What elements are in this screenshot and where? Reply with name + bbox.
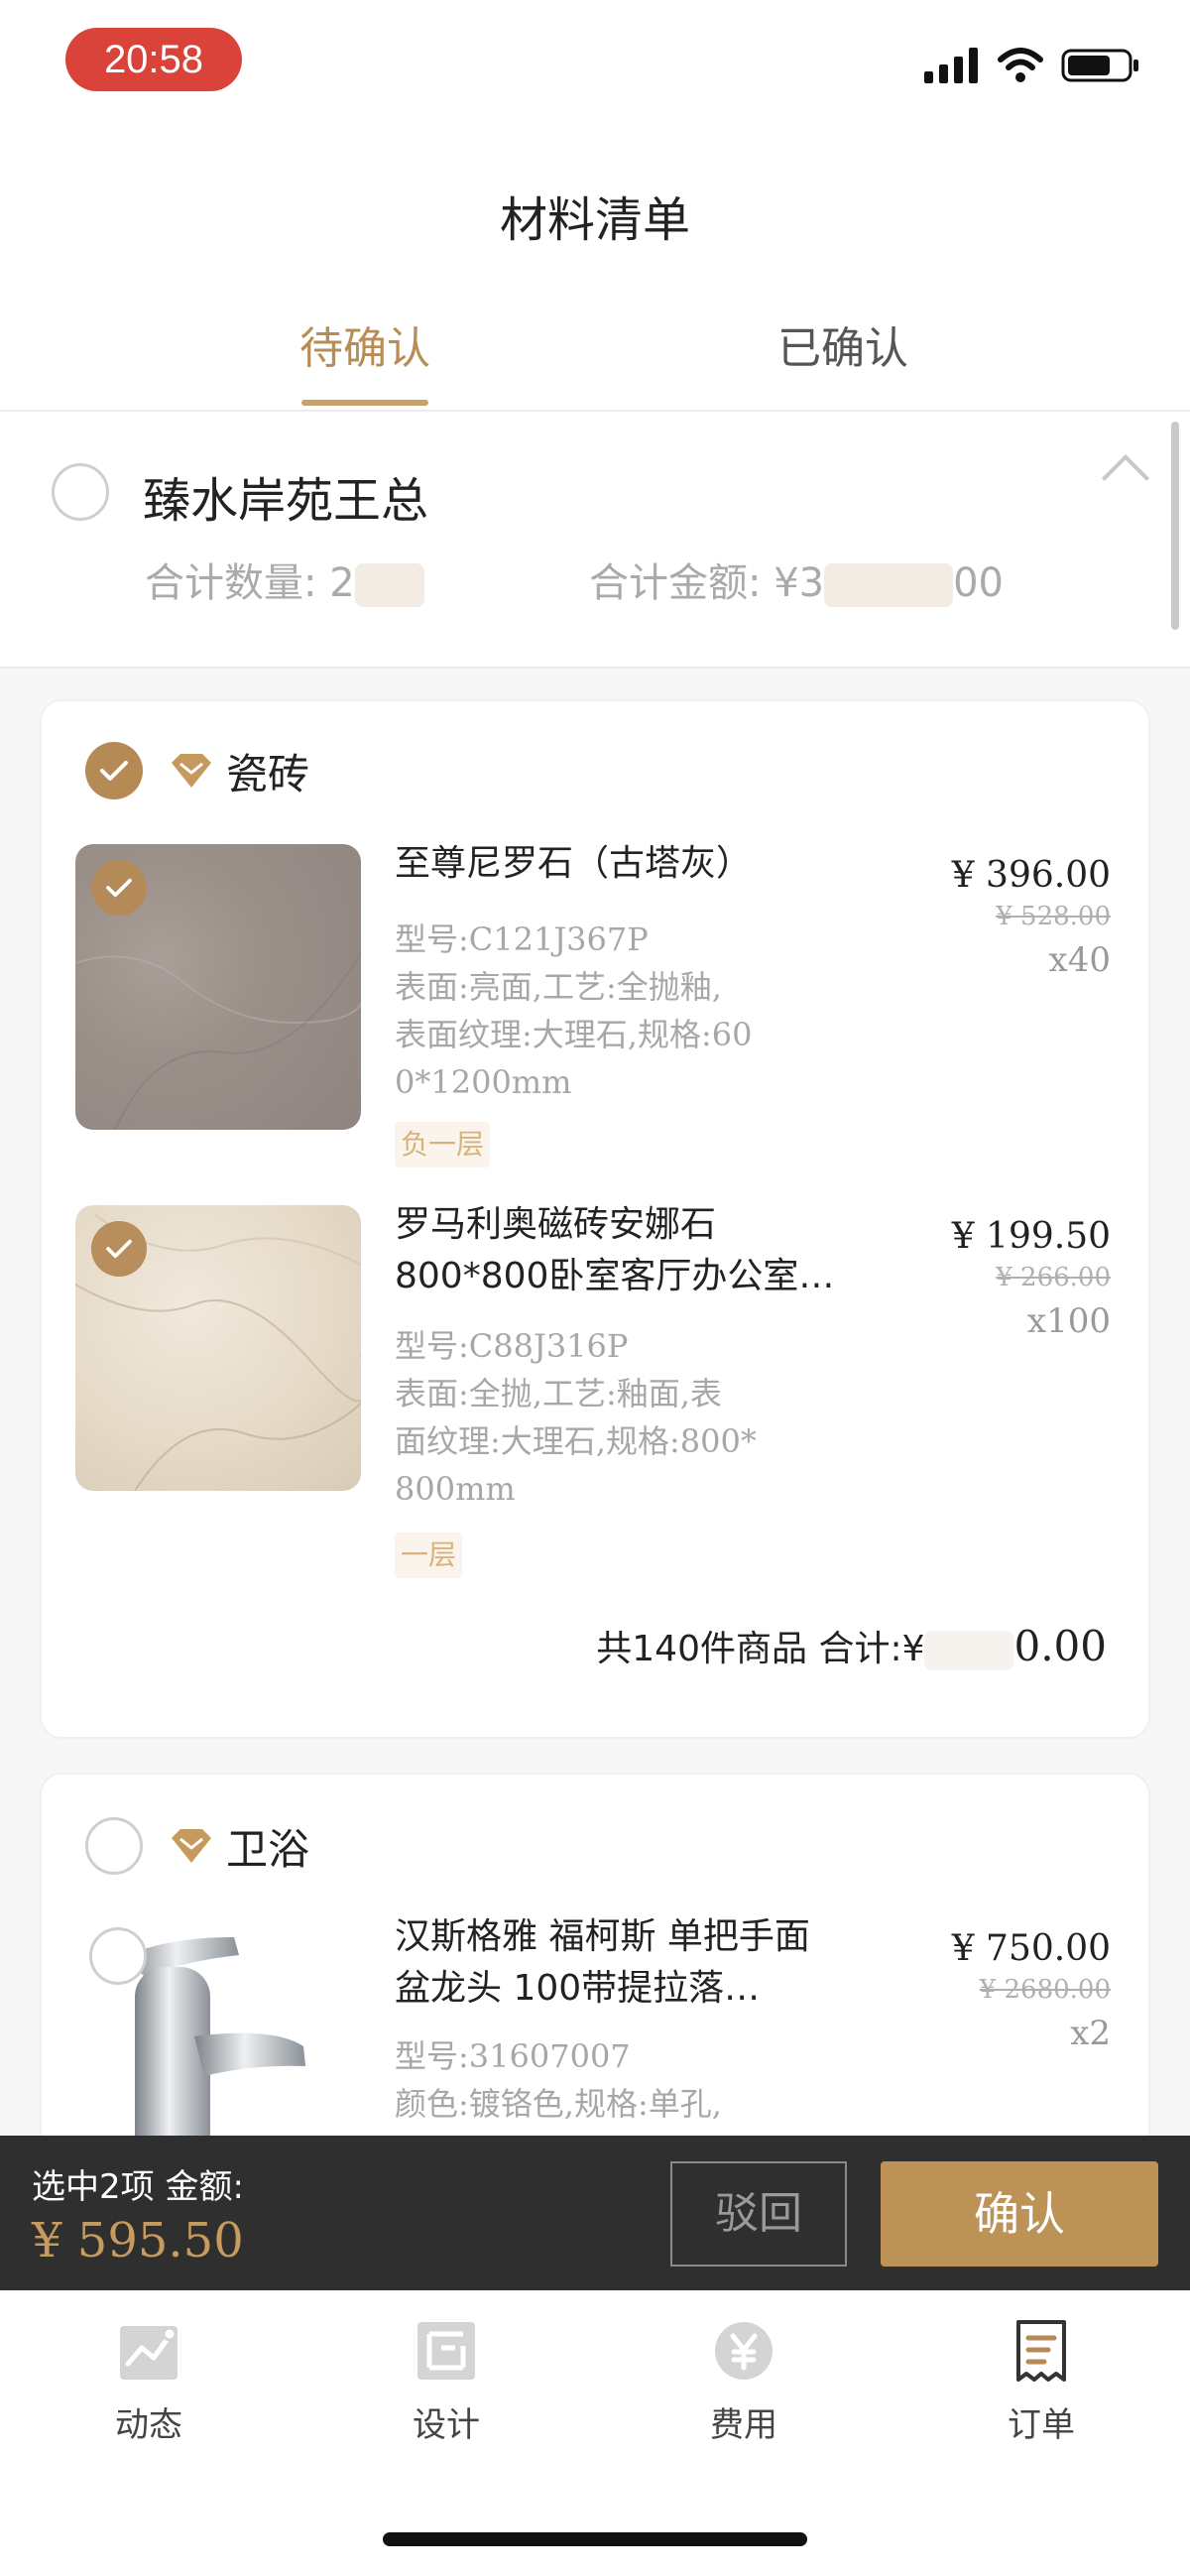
diamond-icon — [172, 754, 211, 788]
original-price: ¥ 528.00 — [996, 902, 1111, 931]
price-block: ¥ 199.50 ¥ 266.00 x100 — [952, 1215, 1111, 1346]
yuan-coin-icon — [715, 2322, 773, 2380]
total-amount-label: 合计金额: ¥3 — [589, 560, 825, 606]
product-image[interactable] — [75, 1917, 361, 2167]
category-card-bathroom: 卫浴 汉斯格雅 福柯斯 单把手面盆龙头 100带提拉落… 型号:31607007 — [40, 1773, 1150, 2169]
selected-amount: ¥ 595.50 — [32, 2213, 244, 2269]
current-price: ¥ 750.00 — [951, 1928, 1111, 1969]
spec-line: 型号:31607007 — [395, 2037, 631, 2075]
check-icon — [100, 761, 128, 781]
item-checkbox-checked[interactable] — [91, 860, 147, 916]
tab-activity[interactable]: 动态 — [50, 2316, 248, 2446]
original-price: ¥ 2680.00 — [979, 1975, 1111, 2005]
home-indicator[interactable] — [383, 2532, 807, 2546]
chevron-up-icon[interactable] — [1101, 453, 1150, 503]
selected-summary-label: 选中2项 金额: — [32, 2167, 244, 2207]
scrollbar[interactable] — [1171, 422, 1179, 630]
total-amount-tail: 00 — [953, 560, 1004, 606]
tab-label: 动态 — [115, 2405, 182, 2445]
tab-pending[interactable]: 待确认 — [216, 312, 514, 376]
current-price: ¥ 199.50 — [951, 1216, 1111, 1257]
tab-label: 订单 — [1008, 2405, 1075, 2445]
customer-group-header[interactable]: 臻水岸苑王总 合计数量: 2 合计金额: ¥3 00 — [0, 412, 1190, 668]
current-price: ¥ 396.00 — [951, 855, 1111, 896]
floor-tag: 负一层 — [395, 1122, 491, 1167]
product-image[interactable] — [75, 1205, 361, 1491]
customer-name: 臻水岸苑王总 — [143, 473, 429, 529]
quantity: x40 — [1048, 940, 1111, 980]
blurred-value — [354, 563, 424, 607]
card-total-tail: 0.00 — [1013, 1622, 1107, 1670]
receipt-icon — [1016, 2320, 1066, 2382]
status-icons — [924, 48, 1140, 83]
blurred-value — [924, 1631, 1014, 1670]
category-header[interactable]: 瓷砖 — [85, 741, 309, 800]
tab-design[interactable]: 设计 — [347, 2316, 545, 2446]
price-block: ¥ 396.00 ¥ 528.00 x40 — [952, 854, 1111, 985]
reject-button[interactable]: 驳回 — [670, 2161, 847, 2267]
quantity: x2 — [1070, 2014, 1111, 2053]
spec-line: 表面纹理:大理石,规格:60 — [395, 1016, 753, 1053]
check-icon — [106, 878, 132, 898]
spec-line: 型号:C88J316P — [395, 1327, 629, 1365]
category-name: 瓷砖 — [226, 749, 310, 798]
spec-line: 表面:全抛,工艺:釉面,表 — [395, 1375, 722, 1412]
product-spec: 型号:C121J367P 表面:亮面,工艺:全抛釉, 表面纹理:大理石,规格:6… — [395, 916, 851, 1106]
spec-line: 面纹理:大理石,规格:800* — [395, 1422, 757, 1460]
diamond-icon — [172, 1829, 211, 1863]
category-card-tiles: 瓷砖 至尊尼罗石（古塔灰） 型号:C121J367P 表面:亮面,工艺:全抛釉,… — [40, 699, 1150, 1739]
total-quantity: 合计数量: 2 — [145, 551, 424, 608]
signal-icon — [924, 48, 978, 83]
category-checkbox-unchecked[interactable] — [85, 1817, 143, 1875]
original-price: ¥ 266.00 — [996, 1263, 1111, 1292]
battery-icon — [1061, 49, 1138, 82]
card-total-label: 共140件商品 合计:¥ — [596, 1629, 925, 1669]
blurred-value — [824, 563, 954, 607]
category-header[interactable]: 卫浴 — [85, 1816, 309, 1876]
card-total: 共140件商品 合计:¥ 0.00 — [596, 1620, 1107, 1671]
spec-line: 800mm — [395, 1470, 516, 1508]
price-block: ¥ 750.00 ¥ 2680.00 x2 — [952, 1927, 1111, 2058]
chart-icon — [120, 2326, 178, 2380]
product-spec: 型号:31607007 颜色:镀铬色,规格:单孔, — [395, 2032, 851, 2128]
tab-label: 费用 — [710, 2405, 777, 2445]
tab-bar-top: 待确认 已确认 — [0, 312, 1190, 412]
design-icon — [417, 2322, 475, 2380]
confirm-button[interactable]: 确认 — [881, 2161, 1158, 2267]
spec-line: 型号:C121J367P — [395, 920, 649, 958]
tab-orders[interactable]: 订单 — [942, 2316, 1140, 2446]
product-spec: 型号:C88J316P 表面:全抛,工艺:釉面,表 面纹理:大理石,规格:800… — [395, 1322, 851, 1513]
page-title: 材料清单 — [499, 192, 690, 248]
product-title: 罗马利奥磁砖安娜石800*800卧室客厅办公室… — [395, 1204, 835, 1296]
total-amount: 合计金额: ¥3 00 — [589, 551, 1004, 608]
spec-line: 0*1200mm — [395, 1063, 572, 1101]
floor-tag: 一层 — [395, 1533, 463, 1578]
wifi-icon — [998, 48, 1043, 82]
item-checkbox-unchecked[interactable] — [89, 1927, 147, 1985]
product-title: 至尊尼罗石（古塔灰） — [395, 843, 753, 884]
spec-line: 颜色:镀铬色,规格:单孔, — [395, 2085, 722, 2123]
spec-line: 表面:亮面,工艺:全抛釉, — [395, 968, 722, 1006]
total-quantity-label: 合计数量: 2 — [145, 560, 355, 606]
quantity: x100 — [1026, 1301, 1111, 1341]
tab-label: 设计 — [413, 2405, 480, 2445]
product-title: 汉斯格雅 福柯斯 单把手面盆龙头 100带提拉落… — [395, 1916, 810, 2009]
bottom-action-bar: 选中2项 金额: ¥ 595.50 驳回 确认 — [0, 2136, 1190, 2290]
product-image[interactable] — [75, 844, 361, 1130]
category-name: 卫浴 — [226, 1824, 310, 1874]
active-tab-indicator — [301, 400, 428, 406]
category-checkbox-checked[interactable] — [85, 742, 143, 799]
tab-expenses[interactable]: 费用 — [645, 2316, 843, 2446]
status-time: 20:58 — [65, 28, 242, 91]
check-icon — [106, 1239, 132, 1259]
item-checkbox-checked[interactable] — [91, 1221, 147, 1277]
group-select-radio[interactable] — [52, 463, 109, 521]
tab-confirmed[interactable]: 已确认 — [694, 312, 992, 376]
